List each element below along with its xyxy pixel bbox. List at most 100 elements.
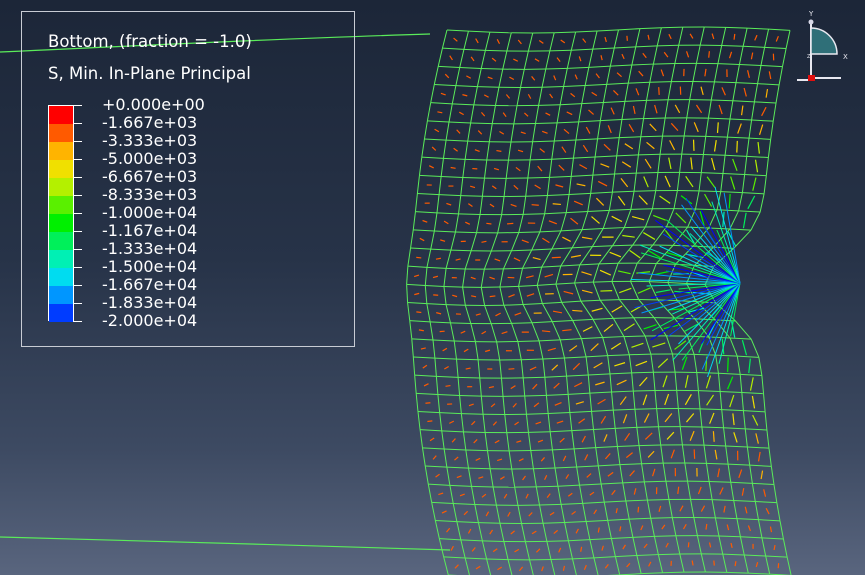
stress-vector — [624, 143, 634, 150]
mesh-edge — [523, 376, 545, 379]
mesh-edge — [670, 63, 676, 82]
mesh-edge — [628, 354, 633, 373]
mesh-edge — [662, 463, 667, 482]
mesh-edge — [594, 138, 599, 158]
mesh-edge — [699, 190, 721, 193]
mesh-edge — [529, 559, 534, 575]
stress-vector — [572, 309, 583, 312]
mesh-edge — [459, 395, 462, 414]
mesh-edge — [786, 557, 792, 575]
mesh-edge — [627, 64, 633, 84]
legend-title-variable: S, Min. In-Plane Principal — [48, 64, 251, 83]
mesh-edge — [458, 195, 462, 214]
stress-vector — [463, 348, 469, 353]
stress-vector — [489, 529, 494, 535]
stress-vector — [632, 105, 636, 115]
mesh-edge — [462, 159, 466, 178]
stress-vector — [610, 342, 622, 350]
mesh-edge — [726, 118, 731, 138]
stress-vector — [501, 331, 508, 335]
mesh-edge — [458, 213, 481, 215]
stress-vector — [755, 561, 759, 568]
stress-vector — [648, 561, 652, 567]
mesh-edge — [602, 84, 608, 103]
mesh-edge — [743, 410, 766, 413]
stress-vector — [664, 393, 670, 406]
stress-vector — [492, 421, 498, 426]
stress-vector — [449, 420, 455, 424]
stress-vector — [600, 415, 607, 424]
mesh-edge — [527, 176, 550, 179]
mesh-edge — [584, 67, 590, 86]
legend-color-bar — [48, 105, 74, 322]
mesh-edge — [744, 554, 766, 557]
stress-vector — [614, 362, 626, 367]
mesh-edge — [534, 105, 540, 124]
stress-vector — [665, 542, 669, 548]
stress-vector — [571, 510, 576, 515]
mesh-edge — [742, 192, 765, 195]
stress-vector — [623, 323, 635, 332]
mesh-edge — [538, 104, 561, 106]
mesh-edge — [615, 426, 637, 429]
mesh-edge — [470, 122, 493, 125]
mesh-edge — [739, 63, 761, 66]
mesh-edge — [470, 232, 478, 251]
stress-vector — [726, 376, 734, 390]
stress-vector — [708, 51, 710, 58]
legend-swatch — [49, 232, 73, 250]
stress-vector — [477, 130, 483, 135]
mesh-edge — [609, 373, 613, 393]
mesh-edge — [641, 572, 663, 575]
stress-vector — [664, 175, 671, 188]
mesh-edge — [707, 99, 712, 119]
mesh-edge — [439, 412, 443, 431]
mesh-edge — [736, 518, 741, 537]
mesh-edge — [635, 45, 658, 48]
mesh-edge — [689, 81, 694, 100]
mesh-edge — [679, 553, 685, 573]
stress-vector — [534, 58, 540, 62]
mesh-edge — [407, 247, 412, 267]
mesh-edge — [665, 335, 673, 355]
mesh-edge — [503, 178, 507, 197]
mesh-edge — [751, 101, 755, 121]
mesh-edge — [735, 320, 752, 340]
stress-vector — [604, 563, 609, 569]
mesh-edge — [572, 246, 593, 249]
mesh-edge — [725, 154, 747, 157]
mesh-edge — [456, 359, 459, 378]
mesh-edge — [617, 244, 634, 264]
stress-vector — [554, 401, 562, 406]
mesh-edge — [554, 139, 576, 142]
stress-vector — [578, 56, 582, 62]
mesh-edge — [690, 499, 695, 518]
mesh-edge — [549, 175, 572, 178]
stress-vector — [556, 420, 564, 424]
stress-vector — [562, 455, 567, 462]
mesh-edge — [434, 520, 440, 539]
mesh-edge — [764, 46, 787, 50]
mesh-edge — [474, 341, 479, 360]
mesh-edge — [522, 266, 542, 269]
stress-vector — [639, 376, 648, 387]
mesh-edge — [431, 501, 454, 505]
mesh-edge — [649, 81, 672, 83]
mesh-edge — [518, 284, 538, 287]
mesh-edge — [407, 302, 411, 321]
stress-vector — [643, 324, 657, 330]
mesh-edge — [592, 173, 615, 176]
mesh-edge — [446, 139, 468, 142]
stress-vector — [622, 234, 635, 238]
stress-vector — [593, 509, 598, 515]
mesh-edge — [673, 190, 678, 209]
mesh-edge — [714, 517, 720, 537]
mesh-edge — [483, 250, 492, 270]
stress-vector — [611, 215, 623, 223]
stress-vector — [622, 544, 626, 550]
mesh-edge — [592, 319, 604, 338]
stress-vector — [742, 212, 747, 229]
stress-vector — [467, 203, 473, 207]
stress-vector — [512, 402, 517, 408]
stress-vector — [652, 214, 666, 221]
